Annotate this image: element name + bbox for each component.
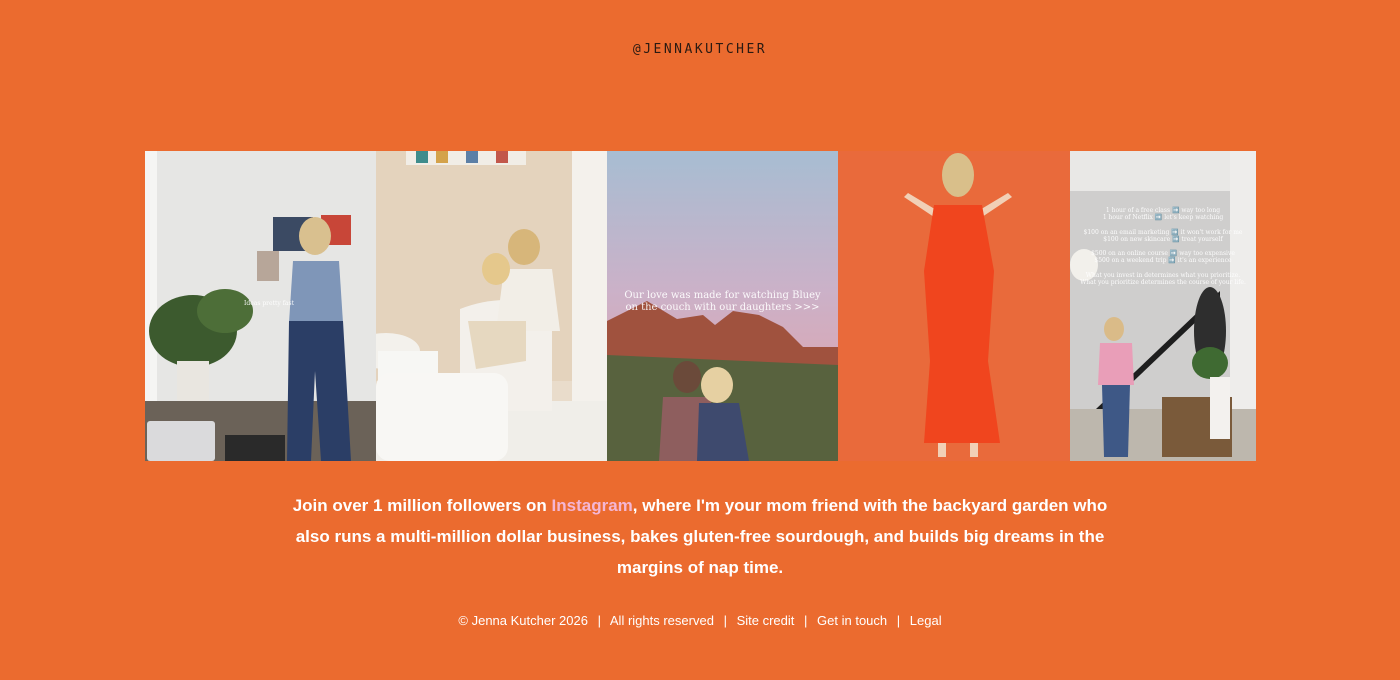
gallery-photo-4[interactable] (838, 151, 1070, 461)
footer: © Jenna Kutcher 2026 | All rights reserv… (0, 613, 1400, 628)
photo-caption: 1 hour of a free class ➡️ way too long 1… (1080, 207, 1246, 286)
photo-caption: Our love was made for watching Bluey on … (624, 290, 821, 313)
footer-separator: | (597, 613, 601, 628)
gallery-photo-1[interactable]: Ideas pretty fast (145, 151, 376, 461)
gallery-photo-3[interactable]: Our love was made for watching Bluey on … (607, 151, 838, 461)
instagram-gallery: Ideas pretty fast Our love was made for … (145, 151, 1256, 461)
get-in-touch-link[interactable]: Get in touch (817, 613, 887, 628)
tagline: Join over 1 million followers on Instagr… (280, 490, 1120, 583)
rights-text: All rights reserved (609, 613, 714, 628)
legal-link[interactable]: Legal (910, 613, 942, 628)
copyright-text: © Jenna Kutcher 2026 (458, 613, 588, 628)
footer-separator: | (896, 613, 901, 628)
footer-separator: | (723, 613, 727, 628)
instagram-handle[interactable]: @JENNAKUTCHER (0, 42, 1400, 57)
photo-caption: Ideas pretty fast (244, 300, 294, 307)
tagline-text-before: Join over 1 million followers on (292, 496, 552, 515)
instagram-link[interactable]: Instagram (552, 496, 633, 515)
photo-woman-orange-dress-icon (838, 151, 1070, 461)
photo-woman-staircase-hallway-icon (1070, 151, 1256, 461)
footer-separator: | (804, 613, 808, 628)
site-credit-link[interactable]: Site credit (737, 613, 795, 628)
photo-mother-child-armchair-icon (376, 151, 607, 461)
gallery-photo-2[interactable] (376, 151, 607, 461)
gallery-photo-5[interactable]: 1 hour of a free class ➡️ way too long 1… (1070, 151, 1256, 461)
